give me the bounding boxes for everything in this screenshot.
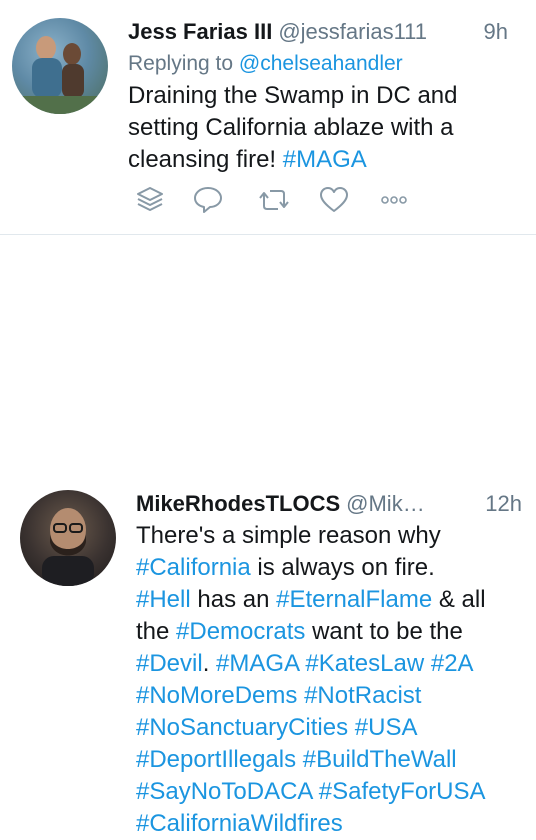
tweet-text-line: #DeportIllegals #BuildTheWall <box>136 744 526 776</box>
hashtag-link[interactable]: #2A <box>431 650 474 677</box>
hashtag-link[interactable]: #MAGA <box>283 146 367 173</box>
hashtag-link[interactable]: #DeportIllegals <box>136 746 296 773</box>
tweet-text-fragment: cleansing fire! <box>128 146 277 173</box>
tweet-text-fragment: . <box>202 650 217 677</box>
author-name[interactable]: Jess Farias III <box>128 19 272 44</box>
tweet-text-fragment: the <box>136 618 177 645</box>
retweet-icon[interactable] <box>256 182 292 218</box>
tweet-text-line: There's a simple reason why <box>136 522 441 549</box>
tweet-text-line: #CaliforniaWildfires <box>136 808 526 840</box>
tweet-text: Draining the Swamp in DC and setting Cal… <box>128 80 518 176</box>
hashtag-link[interactable]: #California <box>136 554 251 581</box>
tweet[interactable]: Jess Farias III @jessfarias111 9h Replyin… <box>0 0 536 234</box>
stack-icon[interactable] <box>132 182 168 218</box>
hashtag-link[interactable]: #USA <box>355 714 418 741</box>
hashtag-link[interactable]: #CaliforniaWildfires <box>136 810 343 837</box>
tweet-header: Jess Farias III @jessfarias111 <box>128 18 427 46</box>
timestamp[interactable]: 9h <box>484 18 508 46</box>
hashtag-link[interactable]: #Devil <box>136 650 203 677</box>
tweet-text-line: #NoSanctuaryCities #USA <box>136 712 526 744</box>
like-icon[interactable] <box>316 182 352 218</box>
tweet-text-line: #Devil. #MAGA #KatesLaw #2A <box>136 648 526 680</box>
hashtag-link[interactable]: #KatesLaw <box>305 650 424 677</box>
hashtag-link[interactable]: #Democrats <box>176 618 305 645</box>
tweet-text-line: #NoMoreDems #NotRacist <box>136 680 526 712</box>
hashtag-link[interactable]: #NoSanctuaryCities <box>136 714 348 741</box>
tweet-text-line: #Hell has an #EternalFlame & all <box>136 584 526 616</box>
avatar[interactable] <box>20 490 116 586</box>
reply-prefix: Replying to <box>128 52 234 75</box>
avatar-photo-icon <box>42 508 94 586</box>
hashtag-link[interactable]: #NoMoreDems <box>136 682 297 709</box>
avatar-photo-icon <box>12 36 108 114</box>
tweet-text-line: #SayNoToDACA #SafetyForUSA <box>136 776 526 808</box>
more-icon[interactable] <box>376 182 412 218</box>
hashtag-link[interactable]: #BuildTheWall <box>303 746 457 773</box>
tweet-text-line: cleansing fire! #MAGA <box>128 144 518 176</box>
tweet[interactable]: MikeRhodesTLOCS @Mik… 12h There's a simpl… <box>0 234 536 837</box>
timestamp[interactable]: 12h <box>485 490 522 518</box>
tweet-text: There's a simple reason why #California … <box>136 520 526 840</box>
tweet-text-fragment: want to be the <box>305 618 463 645</box>
avatar[interactable] <box>12 18 108 114</box>
tweet-text-line: the #Democrats want to be the <box>136 616 526 648</box>
author-name[interactable]: MikeRhodesTLOCS <box>136 491 340 516</box>
reply-icon[interactable] <box>190 182 226 218</box>
hashtag-link[interactable]: #NotRacist <box>304 682 421 709</box>
reply-context: Replying to @chelseahandler <box>128 50 403 78</box>
reply-mention-link[interactable]: @chelseahandler <box>239 52 403 75</box>
tweet-text-line: Draining the Swamp in DC and <box>128 82 458 109</box>
tweet-text-fragment: is always on fire. <box>250 554 435 581</box>
hashtag-link[interactable]: #SayNoToDACA <box>136 778 312 805</box>
author-handle[interactable]: @jessfarias111 <box>278 19 427 44</box>
hashtag-link[interactable]: #SafetyForUSA <box>319 778 486 805</box>
tweet-text-line: setting California ablaze with a <box>128 114 454 141</box>
hashtag-link[interactable]: #MAGA <box>216 650 299 677</box>
tweet-text-line: #California is always on fire. <box>136 552 526 584</box>
author-handle[interactable]: @Mik… <box>346 491 425 516</box>
tweet-header: MikeRhodesTLOCS @Mik… <box>136 490 425 518</box>
